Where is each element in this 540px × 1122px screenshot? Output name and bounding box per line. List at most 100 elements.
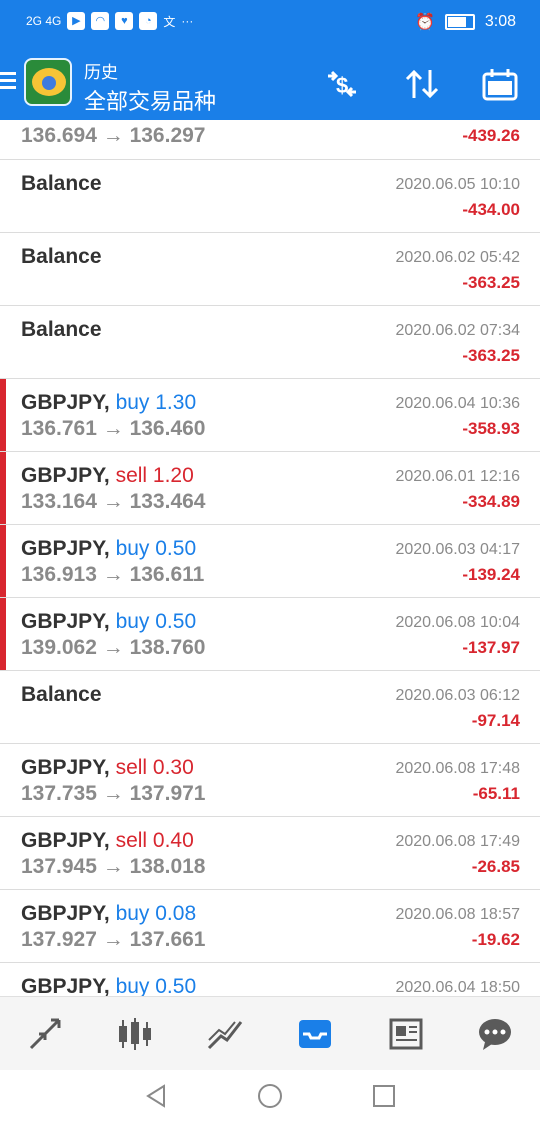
symbol: GBPJPY,: [21, 756, 110, 779]
list-item[interactable]: Balance 2020.06.02 05:42 -363.25: [0, 233, 540, 306]
symbol: GBPJPY,: [21, 610, 110, 633]
profit-value: -97.14: [471, 711, 520, 730]
profit-value: -137.97: [462, 638, 520, 657]
more-dots: ···: [181, 14, 194, 28]
loss-marker: [0, 379, 6, 451]
trade-title: GBPJPY, buy 0.50: [21, 610, 196, 634]
symbol: GBPJPY,: [21, 464, 110, 487]
loss-marker: [0, 525, 6, 597]
currency-sort-icon[interactable]: $: [322, 66, 362, 102]
trade-title: GBPJPY, sell 1.20: [21, 464, 194, 488]
home-icon[interactable]: [256, 1082, 284, 1110]
profit-value: -139.24: [462, 565, 520, 584]
nav-quotes-arrows-icon[interactable]: [15, 1004, 75, 1064]
price-range: 133.164 → 133.464: [21, 490, 206, 513]
profit-value: -65.11: [472, 784, 520, 803]
profit-value: -334.89: [462, 492, 520, 511]
trade-side: buy 1.30: [115, 391, 197, 414]
app-notification-icon: ♥: [115, 12, 134, 30]
list-item[interactable]: GBPJPY, buy 0.08 137.927 → 137.661 2020.…: [0, 890, 540, 963]
list-item[interactable]: Balance 2020.06.05 10:10 -434.00: [0, 160, 540, 233]
trade-title: GBPJPY, sell 0.30: [21, 756, 194, 780]
app-logo: [24, 58, 72, 106]
history-list[interactable]: 136.694 → 136.297 -439.26 Balance 2020.0…: [0, 120, 540, 996]
entry-time: 2020.06.04 10:36: [395, 395, 520, 412]
list-item[interactable]: 136.694 → 136.297 -439.26: [0, 120, 540, 160]
trade-side: buy 0.50: [115, 537, 197, 560]
list-item[interactable]: GBPJPY, sell 0.40 137.945 → 138.018 2020…: [0, 817, 540, 890]
symbol: GBPJPY,: [21, 975, 110, 996]
price-range: 137.735 → 137.971: [21, 782, 206, 805]
lang-icon: 文: [163, 14, 176, 29]
loss-marker: [0, 452, 6, 524]
nav-chart-candles-icon[interactable]: [105, 1004, 165, 1064]
profit-value: -26.85: [471, 857, 520, 876]
symbol: GBPJPY,: [21, 391, 110, 414]
entry-time: 2020.06.08 18:57: [395, 906, 520, 923]
status-bar: 2G 4G ▶ ◠ ♥ ◔ 文 ··· ⏰ 3:08: [0, 0, 540, 48]
price-range: 137.927 → 137.661: [21, 928, 206, 951]
sort-icon[interactable]: [402, 66, 442, 102]
list-item[interactable]: GBPJPY, buy 1.30 136.761 → 136.460 2020.…: [0, 379, 540, 452]
trade-side: sell 0.40: [115, 829, 194, 852]
app-bar: 历史 全部交易品种 $: [0, 48, 540, 120]
system-nav: [0, 1070, 540, 1122]
app-notification-icon: ◔: [139, 12, 158, 30]
trade-title: GBPJPY, buy 0.08: [21, 902, 196, 926]
trade-title: GBPJPY, sell 0.40: [21, 829, 194, 853]
price-range: 137.945 → 138.018: [21, 855, 206, 878]
signal-text: 2G 4G: [26, 14, 62, 28]
list-item[interactable]: GBPJPY, sell 0.30 137.735 → 137.971 2020…: [0, 744, 540, 817]
trade-side: buy 0.50: [115, 975, 197, 996]
alarm-icon: ⏰: [414, 14, 435, 31]
entry-label: Balance: [21, 172, 102, 195]
profit-value: -363.25: [462, 346, 520, 365]
trade-title: GBPJPY, buy 0.50: [21, 537, 196, 561]
symbol-filter[interactable]: 全部交易品种: [84, 84, 216, 116]
list-item[interactable]: GBPJPY, buy 0.50 2020.06.04 18:50: [0, 963, 540, 996]
nav-news-icon[interactable]: [375, 1004, 435, 1064]
battery-icon: [444, 14, 475, 30]
price-range: 136.913 → 136.611: [21, 563, 205, 586]
page-title: 历史: [84, 63, 118, 82]
entry-time: 2020.06.02 05:42: [395, 249, 520, 266]
svg-text:$: $: [336, 73, 348, 98]
trade-side: sell 0.30: [115, 756, 194, 779]
profit-value: -358.93: [462, 419, 520, 438]
symbol: GBPJPY,: [21, 537, 110, 560]
price-range: 139.062 → 138.760: [21, 636, 206, 659]
entry-time: 2020.06.08 17:48: [395, 760, 520, 777]
nav-chat-icon[interactable]: [465, 1004, 525, 1064]
symbol: GBPJPY,: [21, 902, 110, 925]
price-range: 136.694 → 136.297: [21, 124, 206, 147]
entry-time: 2020.06.01 12:16: [395, 468, 520, 485]
trade-title: GBPJPY, buy 0.50: [21, 975, 196, 996]
back-icon[interactable]: [142, 1082, 170, 1110]
nav-history-inbox-icon[interactable]: [285, 1004, 345, 1064]
symbol: GBPJPY,: [21, 829, 110, 852]
menu-icon[interactable]: [0, 68, 16, 92]
list-item[interactable]: GBPJPY, sell 1.20 133.164 → 133.464 2020…: [0, 452, 540, 525]
loss-marker: [0, 598, 6, 670]
clock: 3:08: [484, 13, 516, 30]
profit-value: -19.62: [471, 930, 520, 949]
entry-time: 2020.06.03 04:17: [395, 541, 520, 558]
list-item[interactable]: GBPJPY, buy 0.50 136.913 → 136.611 2020.…: [0, 525, 540, 598]
trade-side: buy 0.50: [115, 610, 197, 633]
price-range: 136.761 → 136.460: [21, 417, 206, 440]
app-notification-icon: ▶: [67, 12, 86, 30]
profit-value: -363.25: [462, 273, 520, 292]
trade-title: GBPJPY, buy 1.30: [21, 391, 196, 415]
list-item[interactable]: Balance 2020.06.03 06:12 -97.14: [0, 671, 540, 744]
app-notification-icon: ◠: [91, 12, 110, 30]
list-item[interactable]: Balance 2020.06.02 07:34 -363.25: [0, 306, 540, 379]
entry-time: 2020.06.03 06:12: [395, 687, 520, 704]
profit-value: -439.26: [462, 126, 520, 145]
entry-label: Balance: [21, 245, 102, 268]
recents-icon[interactable]: [370, 1082, 398, 1110]
nav-trade-trend-icon[interactable]: [195, 1004, 255, 1064]
list-item[interactable]: GBPJPY, buy 0.50 139.062 → 138.760 2020.…: [0, 598, 540, 671]
entry-time: 2020.06.04 18:50: [395, 979, 520, 996]
trade-side: buy 0.08: [115, 902, 197, 925]
calendar-icon[interactable]: [480, 66, 520, 102]
